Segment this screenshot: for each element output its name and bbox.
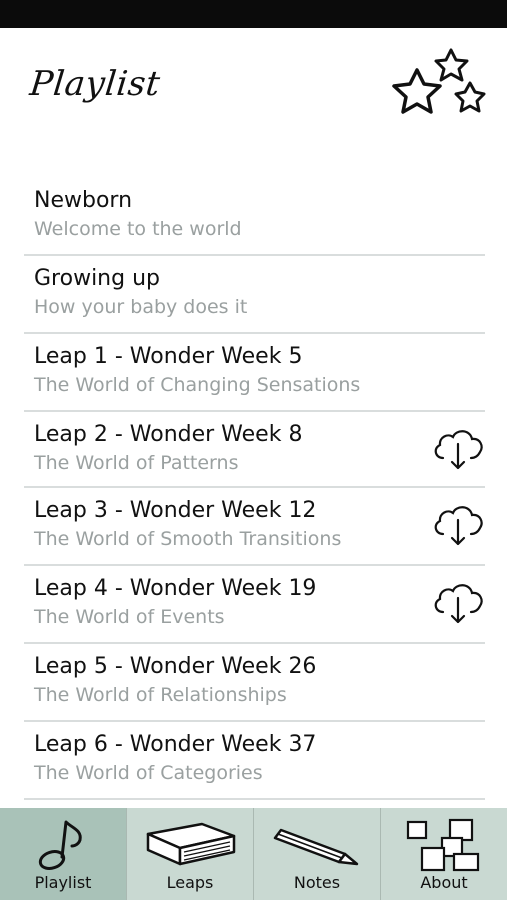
list-item[interactable]: Leap 1 - Wonder Week 5 The World of Chan… bbox=[24, 334, 485, 412]
cloud-download-icon[interactable] bbox=[431, 580, 485, 626]
item-subtitle: The World of Categories bbox=[34, 762, 263, 784]
header: Playlist bbox=[0, 28, 507, 178]
item-title: Leap 6 - Wonder Week 37 bbox=[34, 732, 317, 757]
cloud-download-icon[interactable] bbox=[431, 502, 485, 548]
status-bar bbox=[0, 0, 507, 28]
list-item[interactable]: Growing up How your baby does it bbox=[24, 256, 485, 334]
tab-about[interactable]: About bbox=[381, 808, 507, 900]
tab-notes[interactable]: Notes bbox=[254, 808, 381, 900]
item-title: Leap 5 - Wonder Week 26 bbox=[34, 654, 317, 679]
item-subtitle: How your baby does it bbox=[34, 296, 248, 318]
music-note-icon bbox=[38, 820, 82, 870]
page-title: Playlist bbox=[27, 64, 163, 104]
item-subtitle: The World of Events bbox=[34, 606, 225, 628]
playlist: Newborn Welcome to the world Growing up … bbox=[0, 178, 507, 800]
item-title: Newborn bbox=[34, 188, 133, 213]
item-title: Leap 3 - Wonder Week 12 bbox=[34, 498, 317, 523]
tab-label: Leaps bbox=[166, 873, 214, 892]
list-item[interactable]: Leap 6 - Wonder Week 37 The World of Cat… bbox=[24, 722, 485, 800]
tab-label: About bbox=[420, 873, 468, 892]
item-subtitle: The World of Smooth Transitions bbox=[34, 528, 342, 550]
item-subtitle: The World of Patterns bbox=[34, 452, 239, 474]
book-icon bbox=[146, 822, 236, 866]
item-title: Leap 4 - Wonder Week 19 bbox=[34, 576, 317, 601]
list-item[interactable]: Leap 2 - Wonder Week 8 The World of Patt… bbox=[24, 412, 485, 488]
tab-label: Notes bbox=[293, 873, 341, 892]
stars-icon bbox=[392, 48, 486, 114]
list-item[interactable]: Leap 3 - Wonder Week 12 The World of Smo… bbox=[24, 488, 485, 566]
list-item[interactable]: Newborn Welcome to the world bbox=[24, 178, 485, 256]
item-title: Growing up bbox=[34, 266, 160, 291]
tab-leaps[interactable]: Leaps bbox=[127, 808, 254, 900]
item-subtitle: Welcome to the world bbox=[34, 218, 242, 240]
cloud-download-icon[interactable] bbox=[431, 426, 485, 472]
item-title: Leap 1 - Wonder Week 5 bbox=[34, 344, 303, 369]
tab-bar: Playlist Leaps Notes About bbox=[0, 808, 507, 900]
item-title: Leap 2 - Wonder Week 8 bbox=[34, 422, 303, 447]
item-subtitle: The World of Relationships bbox=[34, 684, 287, 706]
tab-label: Playlist bbox=[34, 873, 92, 892]
list-item[interactable]: Leap 4 - Wonder Week 19 The World of Eve… bbox=[24, 566, 485, 644]
blocks-icon bbox=[406, 818, 480, 872]
pencil-icon bbox=[273, 828, 359, 866]
list-item[interactable]: Leap 5 - Wonder Week 26 The World of Rel… bbox=[24, 644, 485, 722]
tab-playlist[interactable]: Playlist bbox=[0, 808, 127, 900]
item-subtitle: The World of Changing Sensations bbox=[34, 374, 361, 396]
